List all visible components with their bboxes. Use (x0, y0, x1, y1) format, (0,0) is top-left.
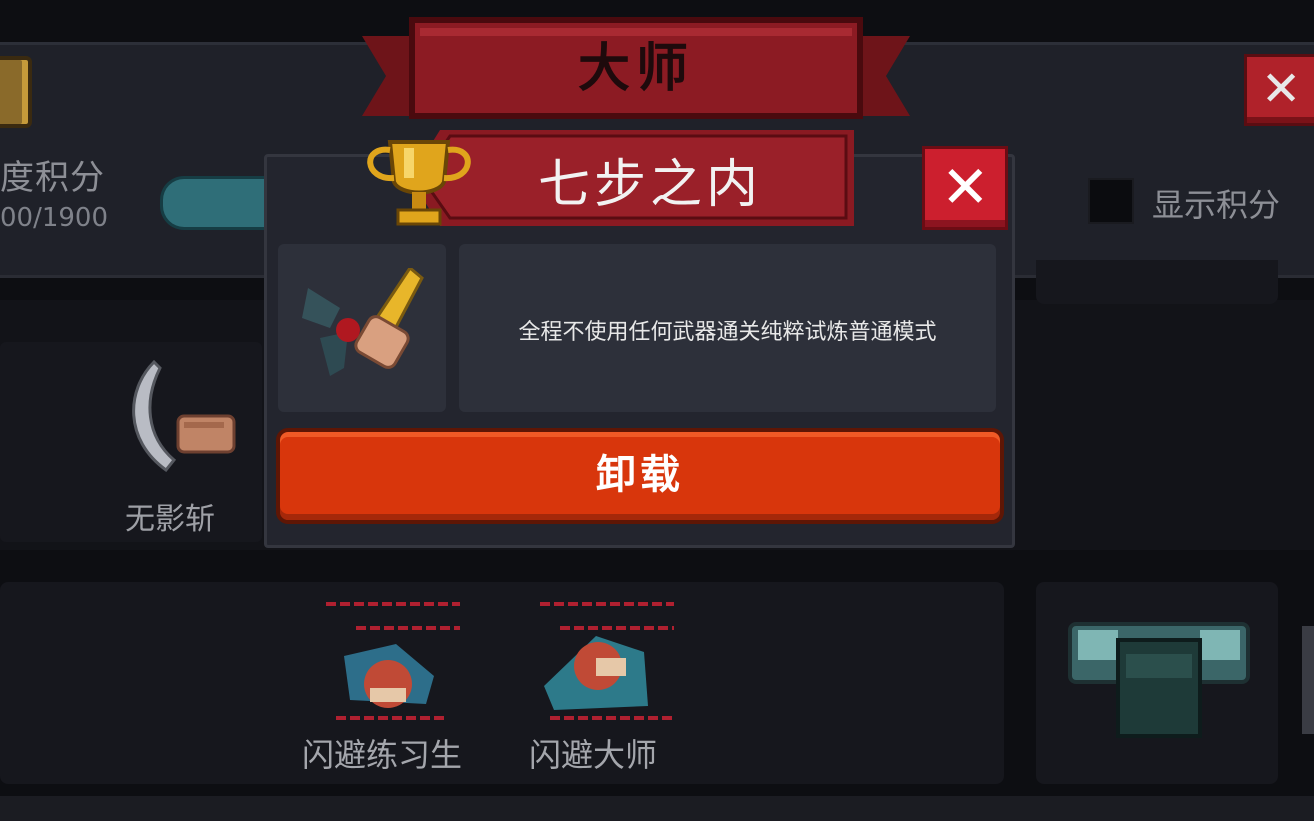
bottom-bar (0, 796, 1314, 821)
progress-slider-knob (160, 176, 273, 230)
close-icon: ✕ (1261, 61, 1302, 117)
achievement-card[interactable] (1036, 260, 1278, 304)
achievement-description: 全程不使用任何武器通关纯粹试炼普通模式 (518, 320, 937, 345)
weapon-punch-icon (302, 268, 424, 376)
show-score-checkbox[interactable] (1088, 178, 1134, 224)
chest-icon (1068, 622, 1250, 738)
dialog-title: 七步之内 (537, 155, 762, 215)
dodge-trainee-icon (326, 602, 460, 720)
close-icon: ✕ (941, 153, 990, 221)
unequip-label: 卸载 (596, 452, 684, 498)
dodge-trainee-label: 闪避练习生 (302, 736, 463, 774)
dodge-master-label: 闪避大师 (529, 736, 658, 774)
show-score-label: 显示积分 (1152, 186, 1281, 224)
achievement-row (0, 582, 1004, 784)
coin-icon (0, 56, 32, 128)
background-close-button[interactable]: ✕ (1244, 54, 1314, 126)
skill-label: 无影斩 (125, 502, 215, 537)
master-title: 大师 (577, 39, 694, 99)
dialog-close-button[interactable]: ✕ (922, 146, 1008, 230)
scythe-icon (132, 360, 236, 473)
dodge-master-icon (540, 602, 674, 720)
progress-label: 度积分 (0, 158, 105, 198)
progress-value: 00/1900 (0, 203, 109, 233)
scrollbar[interactable] (1302, 626, 1314, 734)
trophy-icon (367, 140, 471, 226)
